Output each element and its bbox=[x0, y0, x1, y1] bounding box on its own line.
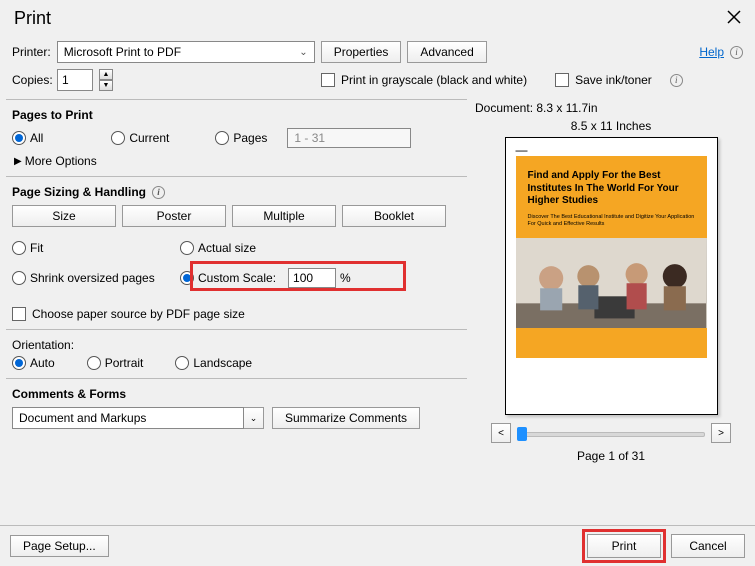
dialog-title: Print bbox=[14, 8, 51, 29]
comments-title: Comments & Forms bbox=[12, 387, 461, 401]
orientation-title: Orientation: bbox=[12, 338, 461, 352]
triangle-right-icon: ▶ bbox=[14, 156, 22, 167]
chevron-down-icon: ⌄ bbox=[299, 47, 307, 58]
copies-label: Copies: bbox=[12, 73, 51, 87]
grayscale-label: Print in grayscale (black and white) bbox=[341, 73, 527, 87]
radio-all[interactable] bbox=[12, 131, 26, 145]
preview-hero-title: Find and Apply For the Best Institutes I… bbox=[528, 170, 695, 208]
help-link[interactable]: Help bbox=[699, 45, 724, 59]
sizing-title: Page Sizing & Handling bbox=[12, 185, 146, 199]
info-icon[interactable]: i bbox=[152, 186, 165, 199]
size-button[interactable]: Size bbox=[12, 205, 116, 227]
pages-to-print-title: Pages to Print bbox=[12, 108, 461, 122]
copies-spinner[interactable]: ▲▼ bbox=[99, 69, 113, 91]
poster-button[interactable]: Poster bbox=[122, 205, 226, 227]
next-page-button[interactable]: > bbox=[711, 423, 731, 443]
printer-label: Printer: bbox=[12, 45, 51, 59]
saveink-label: Save ink/toner bbox=[575, 73, 652, 87]
more-options[interactable]: ▶ More Options bbox=[12, 148, 461, 168]
printer-value: Microsoft Print to PDF bbox=[64, 45, 181, 59]
booklet-button[interactable]: Booklet bbox=[342, 205, 446, 227]
summarize-button[interactable]: Summarize Comments bbox=[272, 407, 420, 429]
properties-button[interactable]: Properties bbox=[321, 41, 402, 63]
info-icon[interactable]: i bbox=[730, 46, 743, 59]
printer-select[interactable]: Microsoft Print to PDF ⌄ bbox=[57, 41, 315, 63]
radio-current[interactable] bbox=[111, 131, 125, 145]
saveink-checkbox[interactable] bbox=[555, 73, 569, 87]
preview-hero-sub: Discover The Best Educational Institute … bbox=[528, 214, 695, 228]
page-setup-button[interactable]: Page Setup... bbox=[10, 535, 109, 557]
prev-page-button[interactable]: < bbox=[491, 423, 511, 443]
chevron-down-icon[interactable]: ⌄ bbox=[244, 407, 264, 429]
multiple-button[interactable]: Multiple bbox=[232, 205, 336, 227]
comments-select[interactable]: Document and Markups bbox=[12, 407, 244, 429]
choose-paper-checkbox[interactable] bbox=[12, 307, 26, 321]
slider-thumb[interactable] bbox=[517, 427, 527, 441]
document-size: Document: 8.3 x 11.7in bbox=[475, 101, 598, 115]
page-slider[interactable] bbox=[517, 426, 705, 440]
highlight-custom-scale bbox=[190, 261, 406, 291]
cancel-button[interactable]: Cancel bbox=[671, 534, 745, 558]
radio-landscape[interactable] bbox=[175, 356, 189, 370]
close-icon[interactable] bbox=[727, 10, 741, 27]
radio-pages[interactable] bbox=[215, 131, 229, 145]
radio-shrink[interactable] bbox=[12, 271, 26, 285]
pages-range-input[interactable]: 1 - 31 bbox=[287, 128, 411, 148]
page-preview: ▬▬ Find and Apply For the Best Institute… bbox=[505, 137, 718, 415]
copies-input[interactable]: 1 bbox=[57, 69, 93, 91]
radio-actual[interactable] bbox=[180, 241, 194, 255]
page-indicator: Page 1 of 31 bbox=[577, 449, 645, 463]
advanced-button[interactable]: Advanced bbox=[407, 41, 486, 63]
radio-fit[interactable] bbox=[12, 241, 26, 255]
radio-auto[interactable] bbox=[12, 356, 26, 370]
info-icon[interactable]: i bbox=[670, 74, 683, 87]
print-button[interactable]: Print bbox=[587, 534, 661, 558]
radio-portrait[interactable] bbox=[87, 356, 101, 370]
grayscale-checkbox[interactable] bbox=[321, 73, 335, 87]
paper-size: 8.5 x 11 Inches bbox=[571, 119, 652, 133]
